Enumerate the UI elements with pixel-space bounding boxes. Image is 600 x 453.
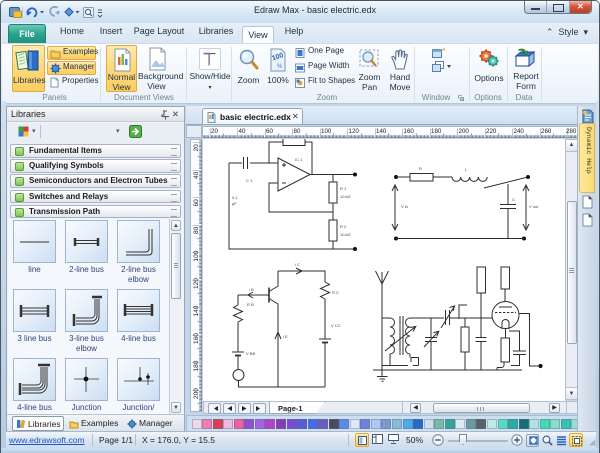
svg-text:%: % [277, 64, 283, 70]
svg-text:i B: i B [249, 287, 254, 292]
svg-text:40: 40 [193, 171, 200, 179]
svg-text:µF: µF [232, 201, 237, 206]
svg-text:140: 140 [193, 305, 200, 316]
svg-text:L: L [465, 167, 468, 172]
svg-text:180: 180 [193, 360, 200, 371]
svg-text:180: 180 [431, 128, 442, 135]
svg-text:120: 120 [349, 128, 360, 135]
svg-text:60: 60 [193, 199, 200, 207]
svg-text:V CC: V CC [331, 323, 341, 328]
svg-text:V in: V in [401, 204, 408, 209]
svg-text:60: 60 [266, 128, 273, 135]
svg-text:R B: R B [247, 302, 254, 307]
svg-text:140: 140 [376, 128, 387, 135]
svg-text:V out: V out [529, 204, 539, 209]
svg-text:200: 200 [459, 128, 470, 135]
svg-text:10 kΩ: 10 kΩ [340, 232, 351, 237]
svg-text:C: C [512, 197, 515, 202]
svg-text:120: 120 [193, 278, 200, 289]
svg-text:100: 100 [193, 250, 200, 261]
svg-text:10 kΩ: 10 kΩ [340, 194, 351, 199]
svg-text:40: 40 [239, 128, 246, 135]
svg-text:R C: R C [332, 290, 339, 295]
svg-text:R 1: R 1 [340, 186, 347, 191]
svg-text:220: 220 [486, 128, 497, 135]
svg-text:20: 20 [211, 128, 218, 135]
svg-text:V BB: V BB [246, 351, 255, 356]
svg-text:240: 240 [514, 128, 525, 135]
svg-text:160: 160 [193, 333, 200, 344]
svg-text:280: 280 [566, 128, 577, 135]
svg-text:IC 1: IC 1 [295, 157, 303, 162]
svg-text:C 1: C 1 [246, 178, 253, 183]
svg-text:R: R [419, 166, 422, 171]
svg-text:i E: i E [283, 334, 288, 339]
svg-text:260: 260 [541, 128, 552, 135]
svg-text:80: 80 [294, 128, 301, 135]
svg-text:20: 20 [193, 144, 200, 152]
svg-text:100: 100 [321, 128, 332, 135]
svg-text:160: 160 [404, 128, 415, 135]
svg-text:0.1: 0.1 [232, 195, 238, 200]
svg-text:200: 200 [193, 388, 200, 399]
svg-text:R 2: R 2 [340, 224, 347, 229]
svg-text:80: 80 [193, 226, 200, 234]
svg-text:i C: i C [295, 262, 300, 267]
